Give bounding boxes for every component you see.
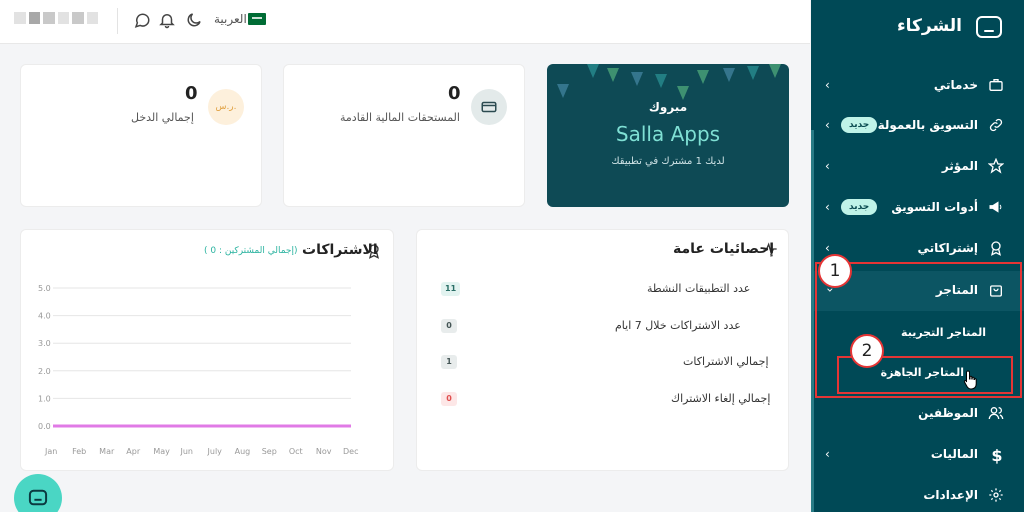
saudi-flag-icon[interactable] bbox=[248, 13, 266, 25]
stat-row-value: 11 bbox=[441, 282, 461, 296]
divider bbox=[117, 8, 118, 34]
sidebar-item-label: إشتراكاتي bbox=[917, 241, 978, 255]
chevron-icon: ‹ bbox=[825, 78, 830, 92]
sidebar-item-label: خدماتي bbox=[933, 78, 978, 92]
y-tick-label: 4.0 bbox=[38, 312, 51, 321]
chevron-icon: ‹ bbox=[825, 200, 830, 214]
promo-subtitle: لديك 1 مشترك في تطبيقك bbox=[611, 156, 725, 167]
general-stats-card: إحصائيات عامة عدد التطبيقات النشطة 11 عد… bbox=[416, 229, 789, 471]
subscriptions-card: الاشتراكات (إجمالي المشتركين : 0 ) 5.0 4.… bbox=[20, 229, 394, 471]
x-tick-label: Dec bbox=[343, 447, 358, 456]
sidebar-item-label: التسويق بالعمولة bbox=[877, 118, 978, 132]
chevron-icon: ‹ bbox=[825, 159, 830, 173]
income-value: 0 bbox=[185, 83, 198, 104]
sidebar-scrollbar[interactable] bbox=[811, 130, 814, 512]
dollar-icon: $ bbox=[991, 446, 1003, 465]
step-marker-2: 2 bbox=[850, 334, 884, 368]
stat-row-label: عدد الاشتراكات خلال 7 ايام bbox=[615, 319, 741, 332]
card-icon bbox=[471, 89, 507, 125]
x-tick-label: Sep bbox=[262, 447, 277, 456]
x-tick-label: Oct bbox=[289, 447, 303, 456]
sidebar-item-label: الإعدادات bbox=[923, 488, 978, 502]
stat-row-value: 1 bbox=[441, 355, 457, 369]
bell-icon[interactable] bbox=[158, 11, 178, 31]
chevron-icon: ‹ bbox=[825, 241, 830, 255]
moon-icon[interactable] bbox=[185, 11, 205, 31]
x-tick-label: Jun bbox=[179, 447, 193, 456]
megaphone-icon bbox=[988, 199, 1006, 217]
new-badge: جديد bbox=[841, 117, 878, 133]
general-stats-title: إحصائيات عامة bbox=[673, 241, 775, 257]
upcoming-dues-label: المستحقات المالية القادمة bbox=[340, 111, 460, 124]
chevron-icon: ‹ bbox=[825, 118, 830, 132]
promo-title: مبروك bbox=[648, 100, 688, 114]
new-badge: جديد bbox=[841, 199, 878, 215]
chevron-icon: ‹ bbox=[825, 447, 830, 461]
top-bar: العربية bbox=[0, 0, 810, 44]
stat-row-label: عدد التطبيقات النشطة bbox=[647, 282, 751, 295]
sidebar-item-influencer[interactable]: ‹ المؤثر bbox=[811, 147, 1024, 187]
stat-row-value: 0 bbox=[441, 392, 457, 406]
gear-icon bbox=[988, 487, 1006, 505]
y-tick-label: 1.0 bbox=[38, 394, 51, 403]
brand-name: الشركاء bbox=[896, 16, 962, 36]
stat-row-label: إجمالي الاشتراكات bbox=[683, 355, 769, 368]
x-tick-label: Jan bbox=[44, 447, 57, 456]
support-chat-button[interactable] bbox=[14, 474, 62, 512]
y-tick-label: 3.0 bbox=[38, 339, 51, 348]
bunting-decoration bbox=[557, 64, 781, 100]
sidebar-item-finance[interactable]: ‹ الماليات $ bbox=[811, 435, 1024, 475]
riyal-icon: ر.س. bbox=[208, 89, 244, 125]
x-tick-label: Feb bbox=[72, 447, 86, 456]
sidebar-item-label: الموظفين bbox=[918, 406, 978, 420]
x-tick-label: May bbox=[153, 447, 170, 456]
y-tick-label: 5.0 bbox=[38, 284, 51, 293]
sidebar-item-affiliate-marketing[interactable]: ‹ جديد التسويق بالعمولة bbox=[811, 106, 1024, 146]
hand-cursor-icon bbox=[963, 370, 979, 390]
sidebar-item-my-services[interactable]: ‹ خدماتي bbox=[811, 66, 1024, 106]
x-tick-label: Nov bbox=[316, 447, 332, 456]
sidebar-item-employees[interactable]: الموظفين bbox=[811, 394, 1024, 434]
star-icon bbox=[987, 157, 1006, 176]
stat-row-label: إجمالي إلغاء الاشتراك bbox=[671, 392, 771, 405]
stat-row-value: 0 bbox=[441, 319, 457, 333]
language-switch[interactable]: العربية bbox=[214, 12, 247, 26]
y-tick-label: 0.0 bbox=[38, 422, 51, 431]
award-icon bbox=[988, 240, 1006, 258]
salla-logo-icon bbox=[976, 16, 1002, 38]
sidebar-item-label: أدوات التسويق bbox=[891, 200, 978, 214]
sidebar-item-label: الماليات bbox=[930, 447, 978, 461]
sidebar-item-marketing-tools[interactable]: ‹ جديد أدوات التسويق bbox=[811, 188, 1024, 228]
promo-card: مبروك Salla Apps لديك 1 مشترك في تطبيقك bbox=[547, 64, 789, 207]
income-card: ر.س. 0 إجمالي الدخل bbox=[20, 64, 262, 207]
y-tick-label: 2.0 bbox=[38, 367, 51, 376]
chat-bubble-icon bbox=[28, 489, 48, 506]
users-icon bbox=[988, 405, 1006, 423]
x-tick-label: Mar bbox=[99, 447, 115, 456]
x-tick-label: Aug bbox=[235, 447, 251, 456]
user-avatar-blurred[interactable] bbox=[14, 9, 98, 27]
sidebar-item-settings[interactable]: الإعدادات bbox=[811, 476, 1024, 512]
subscriptions-line-chart: 5.0 4.0 3.0 2.0 1.0 0.0 Jan Feb Mar Apr May Jun July… bbox=[38, 284, 358, 456]
step-marker-1: 1 bbox=[818, 254, 852, 288]
sidebar-item-label: المؤثر bbox=[941, 159, 978, 173]
income-label: إجمالي الدخل bbox=[131, 111, 194, 124]
link-icon bbox=[988, 117, 1006, 135]
upcoming-dues-value: 0 bbox=[448, 83, 461, 104]
upcoming-dues-card: 0 المستحقات المالية القادمة bbox=[283, 64, 525, 207]
briefcase-icon bbox=[988, 77, 1006, 95]
x-tick-label: Apr bbox=[126, 447, 141, 456]
x-tick-label: July bbox=[207, 447, 223, 456]
promo-app-name: Salla Apps bbox=[615, 122, 721, 146]
chat-icon[interactable] bbox=[133, 11, 153, 31]
